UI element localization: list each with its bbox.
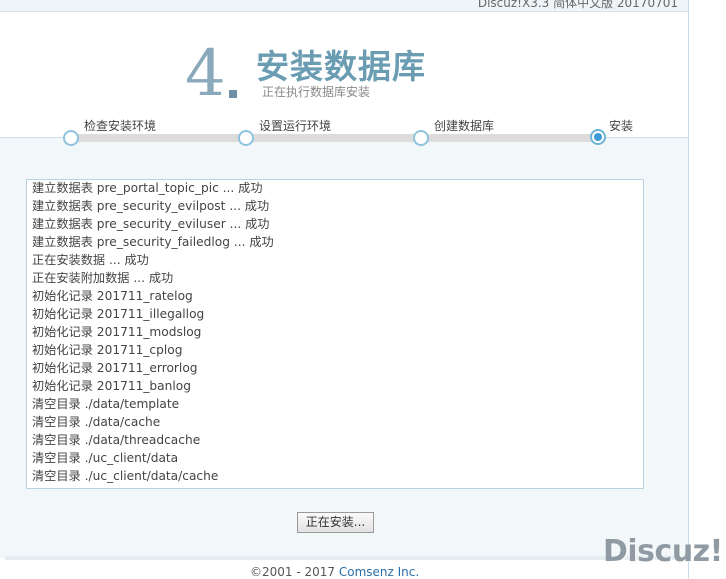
log-line: 初始化记录 201711_illegallog [32, 307, 205, 321]
log-line: 初始化记录 201711_errorlog [32, 361, 198, 375]
company-link[interactable]: Comsenz Inc. [339, 565, 419, 579]
version-label: Discuz!X3.3 简体中文版 20170701 [477, 0, 678, 10]
footer-divider [5, 556, 688, 560]
page-title: 安装数据库 [256, 47, 426, 86]
log-line: 正在安装附加数据 ... 成功 [32, 271, 174, 285]
discuz-watermark: Discuz! [603, 534, 723, 569]
log-line: 清空目录 ./uc_client/data [32, 451, 179, 465]
installer-window: Discuz!X3.3 简体中文版 20170701 4 安装数据库 正在执行数… [0, 0, 689, 579]
log-line: 清空目录 ./data/threadcache [32, 433, 201, 447]
log-line: 清空目录 ./data/cache [32, 415, 161, 429]
step-node-setup-env [238, 130, 254, 146]
step-number: 4 [185, 37, 226, 111]
page-subtitle: 正在执行数据库安装 [262, 85, 371, 99]
log-line: 清空目录 ./uc_client/data/cache [32, 469, 219, 483]
step-node-create-db [413, 130, 429, 146]
step-node-install-active [590, 129, 606, 145]
footer: ©2001 - 2017 Comsenz Inc. [250, 565, 419, 579]
copyright-text: ©2001 - 2017 [250, 565, 336, 579]
log-line: 初始化记录 201711_banlog [32, 379, 191, 393]
step-number-dot [229, 90, 237, 98]
step-progress-track [72, 134, 600, 142]
installing-button[interactable]: 正在安装... [297, 512, 374, 533]
log-line: 建立数据表 pre_security_failedlog ... 成功 [32, 235, 274, 249]
log-line: 建立数据表 pre_portal_topic_pic ... 成功 [32, 181, 263, 195]
log-line: 清空目录 ./data/template [32, 397, 180, 411]
step-label-install: 安装 [609, 119, 634, 133]
top-bar: Discuz!X3.3 简体中文版 20170701 [0, 0, 688, 12]
log-line: 初始化记录 201711_cplog [32, 343, 183, 357]
log-line: 初始化记录 201711_modslog [32, 325, 202, 339]
log-line: 正在安装数据 ... 成功 [32, 253, 149, 267]
log-line: 建立数据表 pre_security_evilpost ... 成功 [32, 199, 270, 213]
step-node-check-env [63, 130, 79, 146]
step-label-create-db: 创建数据库 [434, 119, 495, 133]
install-log[interactable]: 建立数据表 pre_portal_topic_pic ... 成功 建立数据表 … [26, 179, 644, 489]
log-line: 初始化记录 201711_ratelog [32, 289, 193, 303]
step-label-check-env: 检查安装环境 [84, 119, 157, 133]
step-label-setup-env: 设置运行环境 [259, 119, 332, 133]
log-line: 建立数据表 pre_security_eviluser ... 成功 [32, 217, 270, 231]
